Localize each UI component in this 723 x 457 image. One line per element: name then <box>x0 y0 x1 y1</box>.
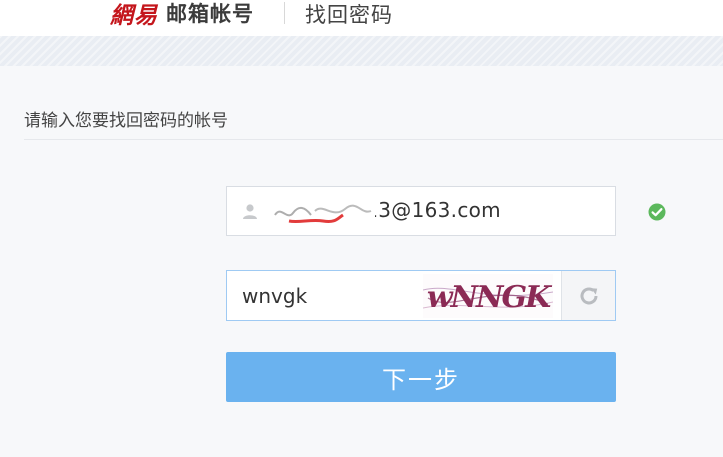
header-bar: 網易 邮箱帐号 找回密码 <box>0 0 723 36</box>
account-field[interactable]: ········ng613@163.com <box>226 186 616 236</box>
captcha-input[interactable] <box>227 271 423 320</box>
captcha-image[interactable]: wNNGK <box>423 274 553 318</box>
redaction-scribble <box>274 204 372 224</box>
decorative-stripe-band <box>0 36 723 66</box>
product-name: 邮箱帐号 <box>166 2 254 26</box>
captcha-image-text: wNNGK <box>427 280 553 315</box>
brand-logo[interactable]: 網易 邮箱帐号 <box>110 0 254 29</box>
netease-logo-text: 網易 <box>110 2 158 29</box>
section-title: 请输入您要找回密码的帐号 <box>24 111 228 131</box>
next-step-button[interactable]: 下一步 <box>226 352 616 402</box>
section-divider <box>24 139 723 140</box>
user-icon <box>243 204 257 219</box>
refresh-captcha-button[interactable] <box>561 271 615 320</box>
captcha-field[interactable]: wNNGK <box>226 270 616 321</box>
refresh-icon <box>580 286 597 304</box>
page-title: 找回密码 <box>305 3 393 27</box>
header-divider <box>284 2 285 24</box>
check-circle-icon <box>648 203 666 221</box>
